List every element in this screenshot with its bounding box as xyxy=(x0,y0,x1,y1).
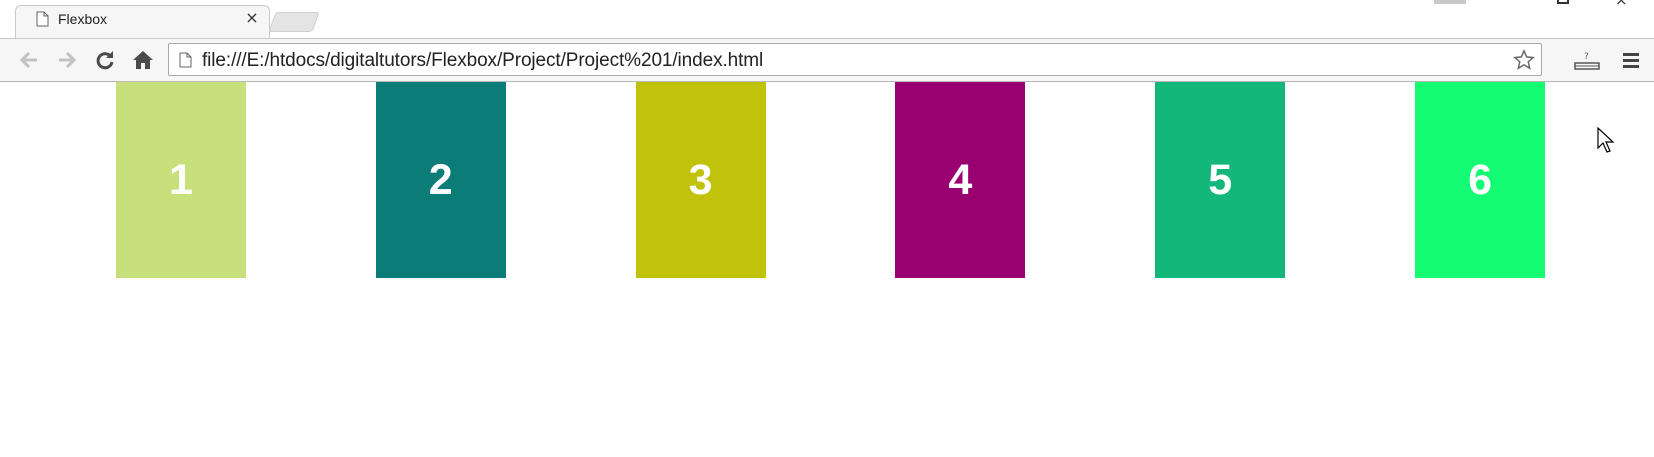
tab-close-icon[interactable]: × xyxy=(244,10,260,26)
flex-item-label: 6 xyxy=(1468,155,1492,204)
flex-item-1: 1 xyxy=(115,82,246,278)
flex-item-label: 5 xyxy=(1208,155,1233,204)
minimize-button[interactable] xyxy=(1434,0,1466,4)
flex-item-6: 6 xyxy=(1415,82,1546,278)
flex-item-label: 1 xyxy=(168,155,193,204)
page-icon xyxy=(36,11,49,27)
page-viewport: 1 2 3 4 5 6 xyxy=(7,82,1654,457)
flex-item-5: 5 xyxy=(1155,82,1286,278)
browser-window: Flexbox × × file:///E:/htdocs/digitaltut… xyxy=(0,0,1654,457)
new-tab-button[interactable] xyxy=(268,12,320,32)
flex-item-label: 4 xyxy=(948,155,973,204)
tab-flexbox[interactable] xyxy=(15,5,270,39)
flex-item-2: 2 xyxy=(375,82,506,278)
flex-item-label: 3 xyxy=(688,155,713,204)
extension-icon[interactable]: ? xyxy=(1574,47,1600,73)
mouse-cursor-icon xyxy=(1597,127,1615,153)
svg-text:?: ? xyxy=(1584,52,1589,62)
tab-title: Flexbox xyxy=(58,11,108,27)
forward-arrow-icon[interactable] xyxy=(54,47,80,73)
browser-toolbar: file:///E:/htdocs/digitaltutors/Flexbox/… xyxy=(0,38,1654,82)
reload-icon[interactable] xyxy=(92,47,118,73)
flex-item-label: 2 xyxy=(428,155,453,204)
address-bar[interactable]: file:///E:/htdocs/digitaltutors/Flexbox/… xyxy=(168,43,1542,76)
flex-item-3: 3 xyxy=(635,82,766,278)
home-icon[interactable] xyxy=(130,47,156,73)
url-text[interactable]: file:///E:/htdocs/digitaltutors/Flexbox/… xyxy=(202,51,763,71)
flex-item-4: 4 xyxy=(895,82,1026,278)
hamburger-menu-icon[interactable] xyxy=(1618,47,1644,73)
flex-container: 1 2 3 4 5 6 xyxy=(7,82,1654,278)
page-icon xyxy=(179,52,192,68)
star-icon[interactable] xyxy=(1513,49,1535,71)
tab-strip: Flexbox × × xyxy=(0,0,1654,39)
back-arrow-icon[interactable] xyxy=(16,47,42,73)
maximize-button[interactable] xyxy=(1557,0,1569,4)
